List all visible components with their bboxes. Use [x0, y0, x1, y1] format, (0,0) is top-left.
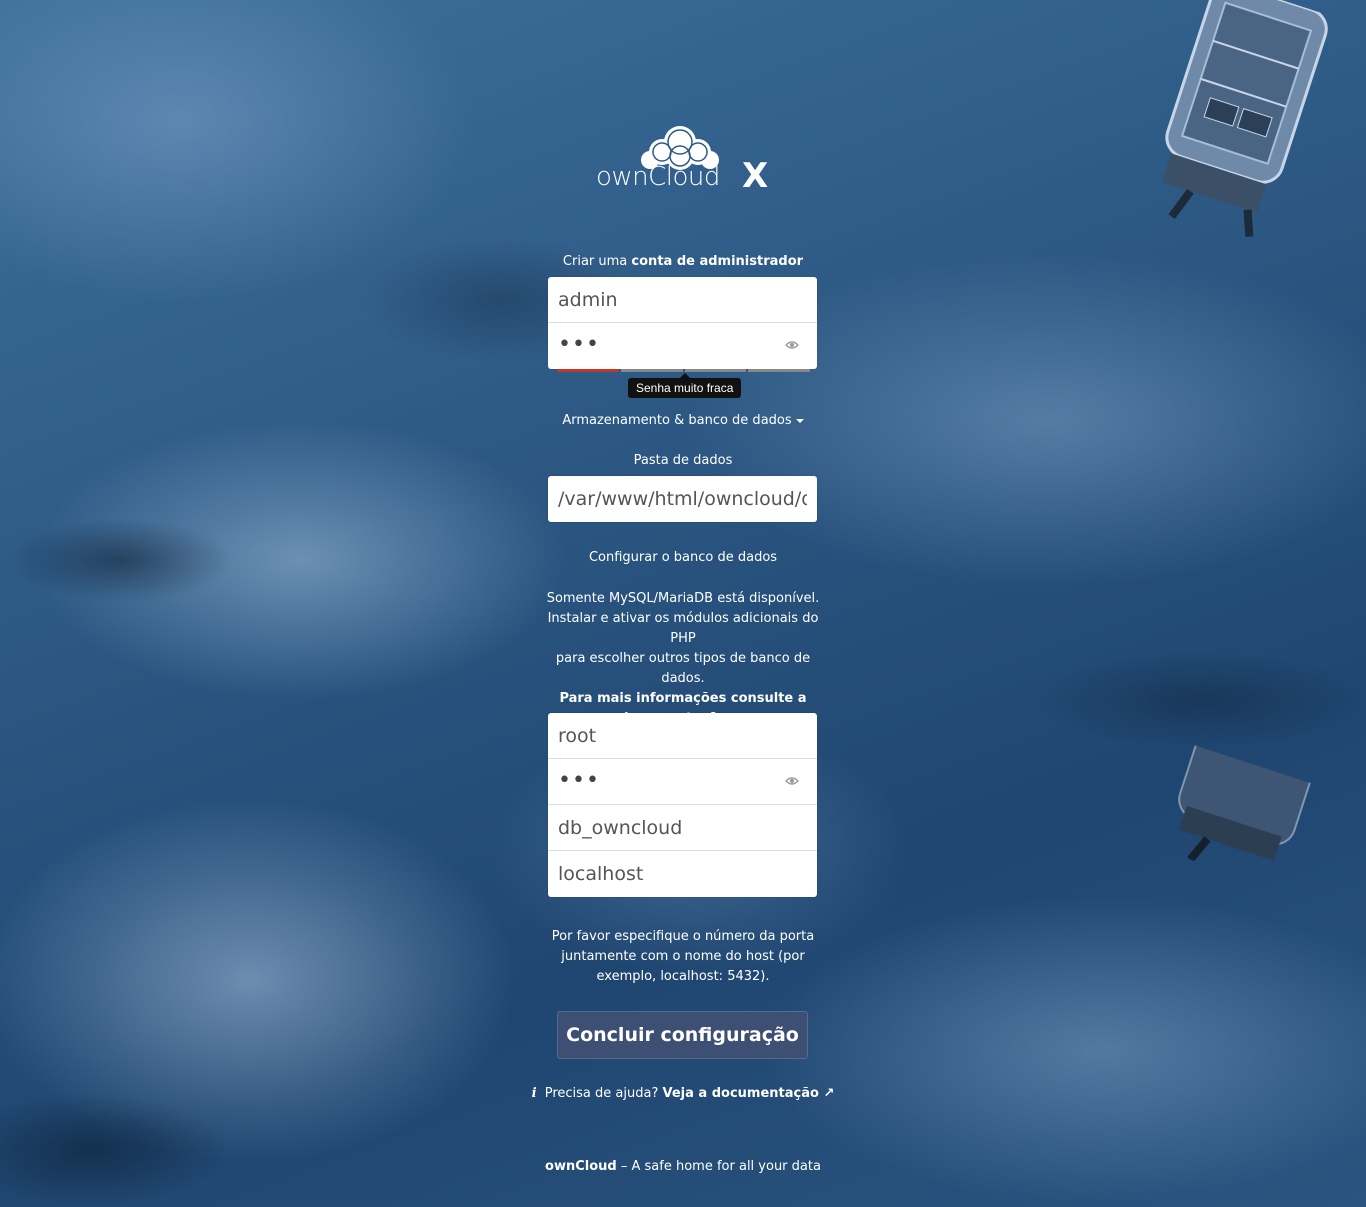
data-folder-group — [548, 476, 817, 522]
strength-segment — [684, 369, 747, 372]
logo-wordmark: ownCloud — [596, 162, 720, 192]
footer-tagline: – A safe home for all your data — [620, 1159, 821, 1174]
strength-segment — [748, 369, 810, 372]
database-password-field: ••• — [548, 759, 817, 805]
password-strength-tooltip: Senha muito fraca — [628, 373, 742, 398]
storage-database-toggle[interactable]: Armazenamento & banco de dados — [0, 413, 1366, 428]
configure-database-label: Configurar o banco de dados — [588, 550, 778, 565]
footer: ownCloud – A safe home for all your data — [0, 1159, 1366, 1174]
database-user-input[interactable] — [548, 713, 817, 758]
database-info-line: Instalar e ativar os módulos adicionais … — [547, 611, 819, 646]
show-password-eye-icon[interactable] — [785, 340, 799, 350]
database-docs-link-line: Para mais informações consulte a — [559, 691, 807, 706]
owncloud-logo: ownCloud X — [596, 122, 772, 196]
host-hint-line: exemplo, localhost: 5432). — [596, 969, 770, 984]
database-info-line: Somente MySQL/MariaDB está disponível. — [546, 591, 820, 606]
admin-username-input[interactable] — [548, 277, 817, 322]
strength-segment — [620, 369, 683, 372]
help-docs-link[interactable]: Veja a documentação ↗ — [663, 1086, 835, 1101]
database-info-text: Somente MySQL/MariaDB está disponível. I… — [540, 589, 826, 729]
admin-password-dots: ••• — [558, 332, 600, 357]
caret-down-icon — [795, 418, 804, 423]
password-strength-meter — [557, 369, 810, 372]
admin-heading-prefix: Criar uma — [562, 254, 628, 269]
info-icon: i — [531, 1086, 537, 1101]
host-hint-line: juntamente com o nome do host (por — [561, 949, 805, 964]
database-password-dots: ••• — [558, 768, 600, 793]
admin-username-field — [548, 277, 817, 323]
database-name-field — [548, 805, 817, 851]
database-name-input[interactable] — [548, 805, 817, 850]
admin-password-field: ••• — [548, 323, 817, 369]
data-folder-input[interactable] — [548, 476, 817, 522]
host-hint-line: Por favor especifique o número da porta — [551, 929, 815, 944]
help-line: i Precisa de ajuda? Veja a documentação … — [0, 1086, 1366, 1101]
help-text: Precisa de ajuda? — [544, 1086, 659, 1101]
strength-segment — [557, 369, 619, 372]
data-folder-label: Pasta de dados — [633, 453, 733, 468]
finish-setup-button[interactable]: Concluir configuração — [557, 1011, 808, 1059]
database-host-field — [548, 851, 817, 897]
footer-brand: ownCloud — [545, 1159, 617, 1174]
database-info-line: para escolher outros tipos de banco de d… — [555, 651, 811, 686]
data-folder-field — [548, 476, 817, 522]
database-host-input[interactable] — [548, 851, 817, 897]
logo-version-mark: X — [742, 156, 769, 196]
admin-credentials-group: ••• — [548, 277, 817, 369]
admin-account-heading: Criar uma conta de administrador — [0, 254, 1366, 269]
storage-toggle-label: Armazenamento & banco de dados — [562, 413, 792, 428]
database-host-hint: Por favor especifique o número da porta … — [540, 927, 826, 987]
admin-heading-bold: conta de administrador — [631, 254, 804, 269]
database-user-field — [548, 713, 817, 759]
show-db-password-eye-icon[interactable] — [785, 776, 799, 786]
database-credentials-group: ••• — [548, 713, 817, 897]
